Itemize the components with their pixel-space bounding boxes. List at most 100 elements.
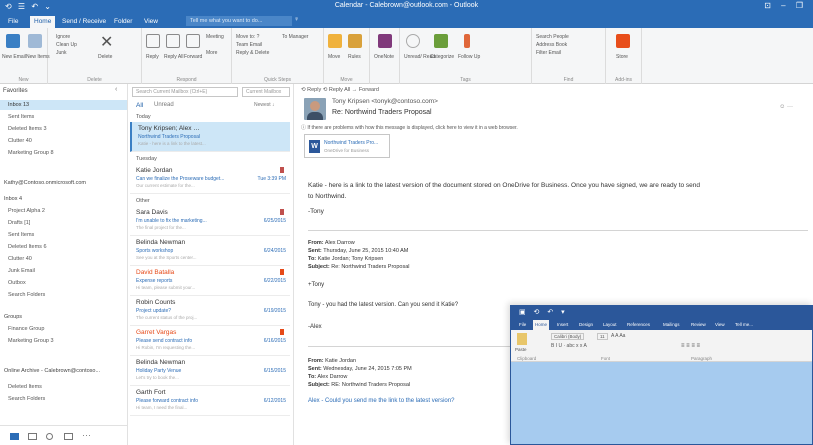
nav-item-archive-search[interactable]: Search Folders bbox=[8, 396, 45, 402]
word-tab-review[interactable]: Review bbox=[689, 320, 708, 330]
word-tab-design[interactable]: Design bbox=[577, 320, 595, 330]
nav-item-sent-account[interactable]: Sent Items bbox=[8, 232, 34, 238]
word-document-canvas[interactable] bbox=[511, 362, 812, 444]
calendar-icon[interactable] bbox=[28, 433, 37, 440]
attachment-card[interactable]: W Northwind Traders Pro... OneDrive for … bbox=[304, 134, 390, 158]
list-item[interactable]: Sara Davis I'm unable to fix the marketi… bbox=[130, 206, 290, 236]
tab-send-receive[interactable]: Send / Receive bbox=[58, 16, 110, 28]
group-header-tuesday[interactable]: Tuesday bbox=[136, 156, 157, 162]
quickstep-reply-delete[interactable]: Reply & Delete bbox=[236, 50, 269, 56]
tab-folder[interactable]: Folder bbox=[110, 16, 136, 28]
list-item[interactable]: Garret Vargas Please send contract info … bbox=[130, 326, 290, 356]
junk-button[interactable]: Junk bbox=[56, 50, 67, 56]
forward-button[interactable]: Forward bbox=[184, 54, 202, 60]
nav-item-inbox[interactable]: Inbox 13 bbox=[0, 100, 127, 110]
favorites-header[interactable]: Favorites bbox=[3, 88, 28, 94]
meeting-button[interactable]: Meeting bbox=[206, 34, 224, 40]
list-item[interactable]: Tony Kripsen; Alex … Northwind Traders P… bbox=[130, 122, 290, 152]
quickstep-move-to[interactable]: Move to: ? bbox=[236, 34, 259, 40]
nav-item-drafts[interactable]: Drafts [1] bbox=[8, 220, 30, 226]
nav-item-sent[interactable]: Sent Items bbox=[8, 114, 34, 120]
word-tab-view[interactable]: View bbox=[713, 320, 727, 330]
nav-item-clutter-account[interactable]: Clutter 40 bbox=[8, 256, 32, 262]
info-bar[interactable]: ⓘ If there are problems with how this me… bbox=[301, 124, 518, 131]
ignore-button[interactable]: Ignore bbox=[56, 34, 70, 40]
nav-item-outbox[interactable]: Outbox bbox=[8, 280, 26, 286]
nav-groups-header[interactable]: Groups bbox=[4, 314, 22, 320]
filter-email-button[interactable]: Filter Email bbox=[536, 50, 561, 56]
nav-item-search-folders[interactable]: Search Folders bbox=[8, 292, 45, 298]
word-tab-home[interactable]: Home bbox=[533, 320, 550, 330]
list-item[interactable]: Belinda Newman Holiday Party Venue Let's… bbox=[130, 356, 290, 386]
nav-item-finance-group[interactable]: Finance Group bbox=[8, 326, 44, 332]
collapse-pane-button[interactable]: ‹ bbox=[115, 86, 117, 93]
format-buttons[interactable]: B I U · abc x x A bbox=[551, 343, 587, 349]
word-tab-layout[interactable]: Layout bbox=[601, 320, 619, 330]
filter-all[interactable]: All bbox=[136, 102, 143, 109]
reply-button[interactable]: Reply bbox=[146, 54, 159, 60]
nav-item-deleted-account[interactable]: Deleted Items 6 bbox=[8, 244, 47, 250]
new-items-button[interactable]: New Items bbox=[26, 54, 50, 60]
word-tab-file[interactable]: File bbox=[517, 320, 528, 330]
list-item[interactable]: Robin Counts Project update? The current… bbox=[130, 296, 290, 326]
word-tab-references[interactable]: References bbox=[625, 320, 652, 330]
flag-icon[interactable] bbox=[280, 329, 284, 335]
paste-button[interactable]: Paste bbox=[515, 347, 527, 352]
tab-file[interactable]: File bbox=[4, 16, 24, 28]
nav-item-project-alpha[interactable]: Project Alpha 2 bbox=[8, 208, 45, 214]
onenote-button[interactable]: OneNote bbox=[374, 54, 394, 60]
quickstep-team-email[interactable]: Team Email bbox=[236, 42, 262, 48]
nav-item-marketing-group[interactable]: Marketing Group 8 bbox=[8, 150, 54, 156]
more-respond-button[interactable]: More bbox=[206, 50, 217, 56]
window-controls[interactable]: ⊡ – ❐ bbox=[764, 1, 807, 10]
clean-up-button[interactable]: Clean Up bbox=[56, 42, 77, 48]
people-icon[interactable] bbox=[46, 433, 53, 440]
reading-sender[interactable]: Tony Kripsen <tonyk@contoso.com> bbox=[332, 98, 438, 105]
filter-unread[interactable]: Unread bbox=[154, 102, 174, 108]
nav-item-clutter[interactable]: Clutter 40 bbox=[8, 138, 32, 144]
nav-item-deleted[interactable]: Deleted Items 3 bbox=[8, 126, 47, 132]
list-item[interactable]: Belinda Newman Sports workshop See you a… bbox=[130, 236, 290, 266]
tab-home[interactable]: Home bbox=[30, 16, 56, 28]
group-header-today[interactable]: Today bbox=[136, 114, 151, 120]
mail-icon[interactable] bbox=[10, 433, 19, 440]
font-size-select[interactable]: 11 bbox=[597, 333, 608, 340]
rules-button[interactable]: Rules bbox=[348, 54, 361, 60]
flag-icon[interactable] bbox=[280, 269, 284, 275]
word-quick-access[interactable]: ▣ ⟲ ↶ ▾ bbox=[519, 308, 568, 316]
nav-item-marketing-group-2[interactable]: Marketing Group 3 bbox=[8, 338, 54, 344]
nav-account-contoso[interactable]: Kathy@Contoso.onmicrosoft.com bbox=[4, 180, 86, 186]
nav-online-archive[interactable]: Online Archive - Calebrown@contoso... bbox=[4, 368, 100, 374]
delete-button[interactable]: Delete bbox=[98, 54, 112, 60]
font-name-select[interactable]: Calibri (Body) bbox=[551, 333, 585, 340]
address-book-button[interactable]: Address Book bbox=[536, 42, 567, 48]
tell-me-box[interactable]: Tell me what you want to do... bbox=[186, 16, 292, 26]
follow-up-button[interactable]: Follow Up bbox=[458, 54, 480, 60]
search-input[interactable]: Search Current Mailbox (Ctrl+E) bbox=[132, 87, 238, 97]
search-people-field[interactable]: Search People bbox=[536, 34, 569, 40]
sort-dropdown[interactable]: Newest ↓ bbox=[254, 102, 275, 108]
store-button[interactable]: Store bbox=[616, 54, 628, 60]
flag-icon[interactable] bbox=[280, 209, 284, 215]
tab-view[interactable]: View bbox=[140, 16, 162, 28]
word-tab-insert[interactable]: Insert bbox=[555, 320, 570, 330]
categorize-button[interactable]: Categorize bbox=[430, 54, 454, 60]
search-scope-dropdown[interactable]: Current Mailbox bbox=[242, 87, 290, 97]
paragraph-buttons[interactable]: ≡ ≡ ≡ ≡ bbox=[681, 343, 700, 349]
quickstep-to-manager[interactable]: To Manager bbox=[282, 34, 308, 40]
reply-actions[interactable]: ⟲ Reply ⟲ Reply All → Forward bbox=[301, 87, 379, 93]
list-item[interactable]: David Batalla Expense reports Hi team, p… bbox=[130, 266, 290, 296]
word-tell-me[interactable]: Tell me... bbox=[733, 320, 755, 330]
nav-item-archive-deleted[interactable]: Deleted Items bbox=[8, 384, 42, 390]
nav-item-inbox-account[interactable]: Inbox 4 bbox=[4, 196, 22, 202]
nav-item-junk[interactable]: Junk Email bbox=[8, 268, 35, 274]
reply-all-button[interactable]: Reply All bbox=[164, 54, 183, 60]
word-tab-mailings[interactable]: Mailings bbox=[661, 320, 682, 330]
reading-tools[interactable]: ☺ ··· bbox=[779, 104, 793, 110]
group-header-other[interactable]: Other bbox=[136, 198, 150, 204]
list-item[interactable]: Katie Jordan Can we finalize the Prosewa… bbox=[130, 164, 290, 194]
font-size-buttons[interactable]: A A Aa bbox=[611, 333, 625, 339]
flag-icon[interactable] bbox=[280, 167, 284, 173]
new-email-button[interactable]: New Email bbox=[2, 54, 26, 60]
move-button[interactable]: Move bbox=[328, 54, 340, 60]
